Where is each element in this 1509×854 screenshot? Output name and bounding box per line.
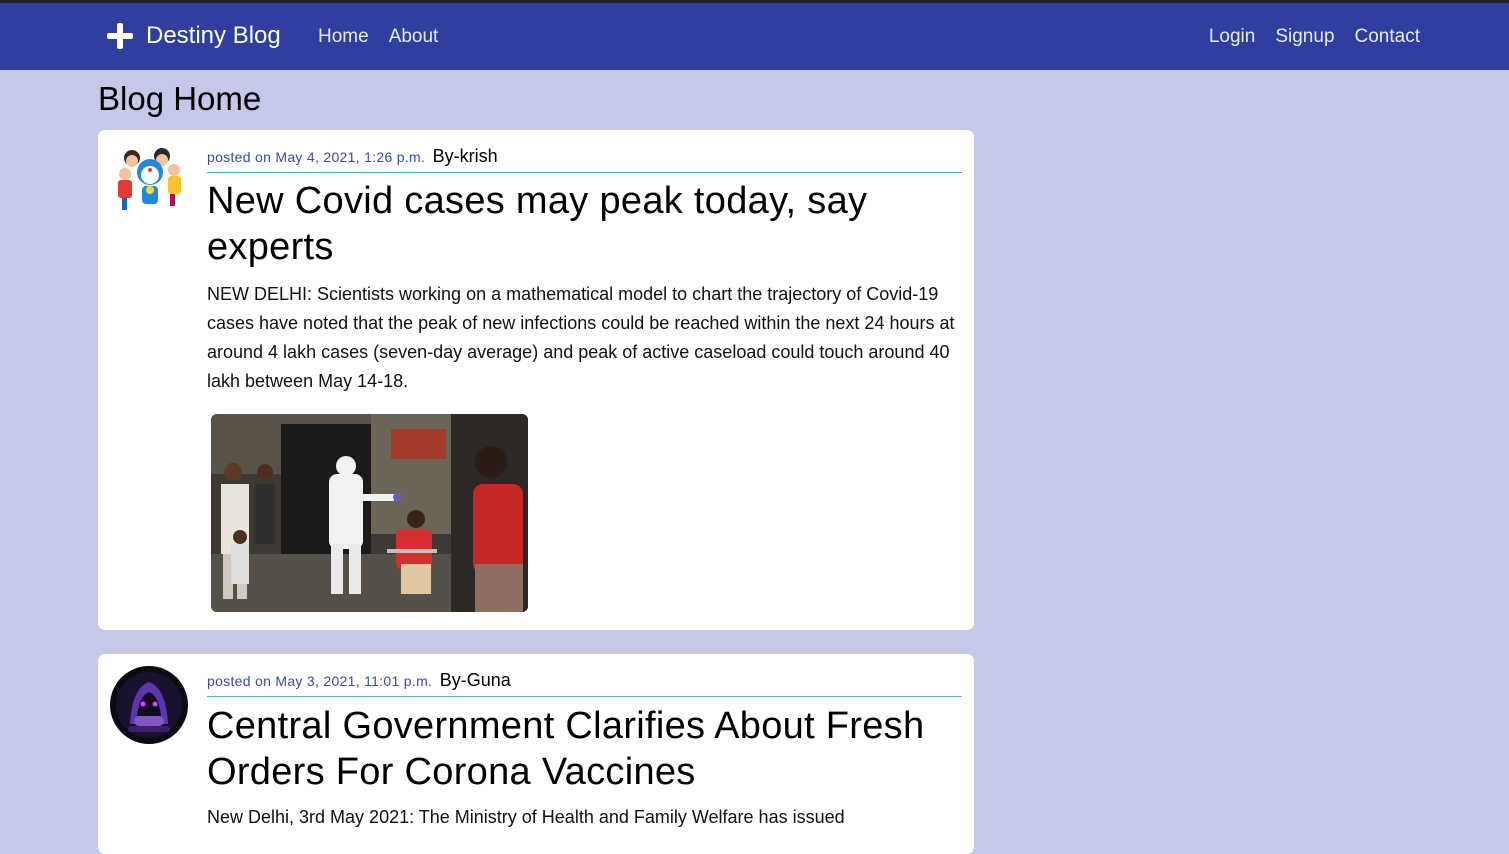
nav-home-link[interactable]: Home <box>318 26 369 48</box>
cartoon-avatar <box>110 142 188 220</box>
nav-right: Login Signup Contact <box>1209 26 1420 48</box>
gamer-avatar <box>110 666 188 744</box>
nav-left: Home About <box>318 26 438 48</box>
plus-icon <box>106 22 134 50</box>
nav-signup-link[interactable]: Signup <box>1275 26 1334 48</box>
nav-about-link[interactable]: About <box>389 26 439 48</box>
navbar: Destiny Blog Home About Login Signup Con… <box>0 3 1509 70</box>
nav-contact-link[interactable]: Contact <box>1355 26 1420 48</box>
post-title[interactable]: New Covid cases may peak today, say expe… <box>207 178 967 270</box>
post-body: NEW DELHI: Scientists working on a mathe… <box>207 284 955 391</box>
page-title: Blog Home <box>98 80 262 117</box>
post-body: New Delhi, 3rd May 2021: The Ministry of… <box>207 807 845 827</box>
post-meta: posted on May 3, 2021, 11:01 p.m. By-Gun… <box>207 670 962 697</box>
post-date: posted on May 4, 2021, 1:26 p.m. <box>207 149 426 165</box>
post-card: posted on May 3, 2021, 11:01 p.m. By-Gun… <box>98 654 974 854</box>
post-title[interactable]: Central Government Clarifies About Fresh… <box>207 703 967 795</box>
brand-link[interactable]: Destiny Blog <box>106 22 281 50</box>
post-card: posted on May 4, 2021, 1:26 p.m. By-kris… <box>98 130 974 630</box>
covid-test-photo <box>211 414 528 612</box>
nav-login-link[interactable]: Login <box>1209 26 1256 48</box>
brand-name: Destiny Blog <box>146 22 281 49</box>
post-author: By-krish <box>432 146 498 166</box>
post-author: By-Guna <box>439 670 511 690</box>
post-meta: posted on May 4, 2021, 1:26 p.m. By-kris… <box>207 146 962 173</box>
post-date: posted on May 3, 2021, 11:01 p.m. <box>207 673 433 689</box>
